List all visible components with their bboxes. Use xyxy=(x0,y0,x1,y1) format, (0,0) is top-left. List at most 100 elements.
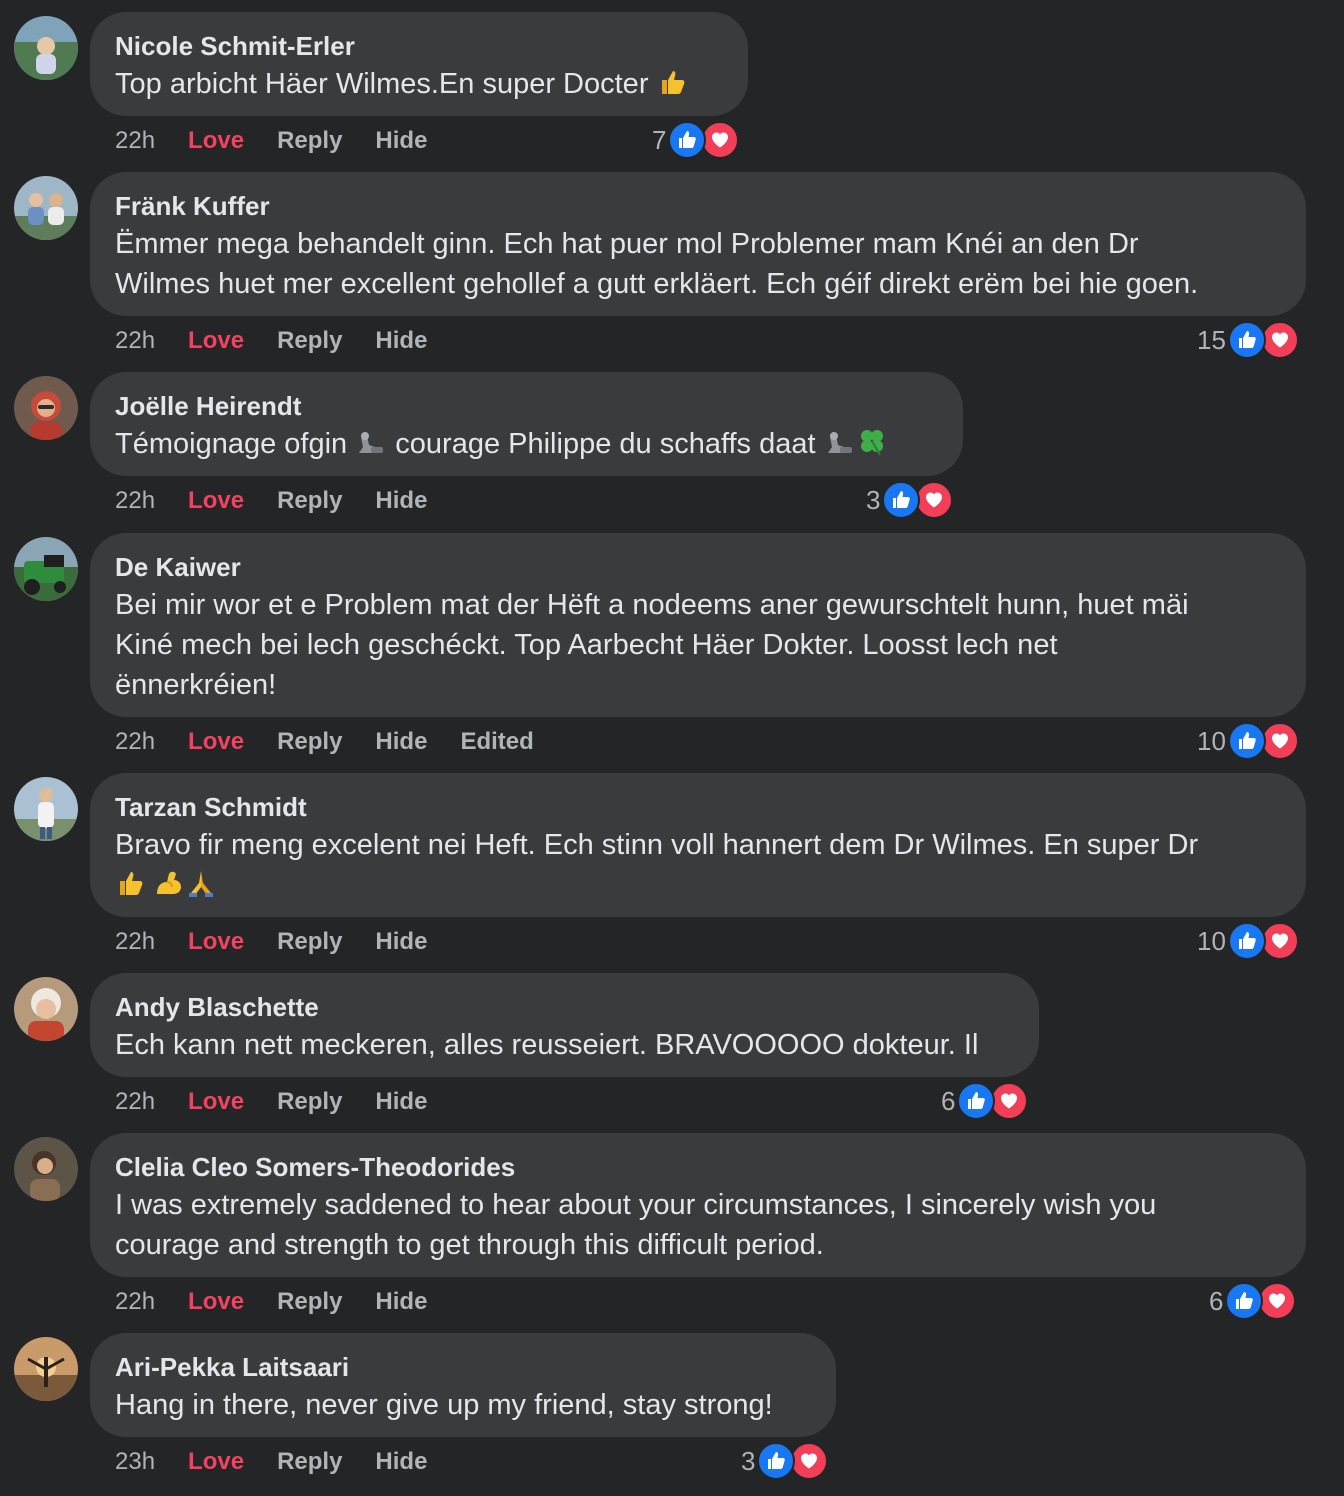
comment-text: Ech kann nett meckeren, alles reusseiert… xyxy=(115,1025,1013,1065)
comment-text-line: Wilmes huet mer excellent gehollef a gut… xyxy=(115,268,1199,300)
edited-label[interactable]: Edited xyxy=(460,728,533,756)
reaction-summary[interactable]: 6 xyxy=(1209,1281,1297,1321)
comment-bubble: Clelia Cleo Somers-Theodorides I was ext… xyxy=(90,1133,1306,1277)
comment-author[interactable]: Nicole Schmit-Erler xyxy=(115,30,722,62)
comment-text-line: Bei mir wor et e Problem mat der Hëft a … xyxy=(115,589,1189,621)
comment-bubble: Joëlle Heirendt Témoignage ofgin courage… xyxy=(90,372,963,476)
avatar[interactable] xyxy=(14,376,78,440)
reply-button[interactable]: Reply xyxy=(277,1088,342,1116)
comment-bubble: Andy Blaschette Ech kann nett meckeren, … xyxy=(90,973,1039,1077)
comment-actions: 22h Love Reply Hide xyxy=(115,922,460,962)
reaction-summary[interactable]: 15 xyxy=(1197,320,1299,360)
comment-text-line: Ëmmer mega behandelt ginn. Ech hat puer … xyxy=(115,228,1139,260)
comment-timestamp[interactable]: 22h xyxy=(115,327,155,355)
avatar[interactable] xyxy=(14,777,78,841)
reaction-summary[interactable]: 10 xyxy=(1197,721,1299,761)
comment-timestamp[interactable]: 23h xyxy=(115,1448,155,1476)
reply-button[interactable]: Reply xyxy=(277,928,342,956)
avatar[interactable] xyxy=(14,176,78,240)
comment-bubble: Tarzan Schmidt Bravo fir meng excelent n… xyxy=(90,773,1306,917)
avatar[interactable] xyxy=(14,977,78,1041)
comment-text: Témoignage ofgin courage Philippe du sch… xyxy=(115,424,937,468)
avatar[interactable] xyxy=(14,16,78,80)
comment-timestamp[interactable]: 22h xyxy=(115,1288,155,1316)
comment-text-segment: Témoignage ofgin xyxy=(115,428,348,460)
comment-author[interactable]: Joëlle Heirendt xyxy=(115,390,937,422)
reply-button[interactable]: Reply xyxy=(277,728,342,756)
comment-timestamp[interactable]: 22h xyxy=(115,127,155,155)
heart-reaction-icon xyxy=(1260,922,1299,960)
reaction-count: 10 xyxy=(1197,725,1226,756)
avatar[interactable] xyxy=(14,537,78,601)
reply-button[interactable]: Reply xyxy=(277,327,342,355)
reply-button[interactable]: Reply xyxy=(277,487,342,515)
reaction-count: 6 xyxy=(941,1085,956,1116)
avatar[interactable] xyxy=(14,1337,78,1401)
comment-bubble: Nicole Schmit-Erler Top arbicht Häer Wil… xyxy=(90,12,748,116)
like-reaction-icon xyxy=(668,121,707,159)
comment-text: Top arbicht Häer Wilmes.En super Docter xyxy=(115,64,722,108)
reaction-count: 3 xyxy=(741,1445,756,1476)
comment-actions: 22h Love Reply Hide xyxy=(115,1282,460,1322)
hide-button[interactable]: Hide xyxy=(375,127,427,155)
love-button[interactable]: Love xyxy=(188,1448,244,1476)
hide-button[interactable]: Hide xyxy=(375,1448,427,1476)
love-button[interactable]: Love xyxy=(188,1088,244,1116)
comment-timestamp[interactable]: 22h xyxy=(115,487,155,515)
love-button[interactable]: Love xyxy=(188,127,244,155)
reaction-count: 15 xyxy=(1197,324,1226,355)
comment-timestamp[interactable]: 22h xyxy=(115,728,155,756)
comment-actions: 22h Love Reply Hide xyxy=(115,1082,460,1122)
heart-reaction-icon xyxy=(1258,1282,1297,1320)
reply-button[interactable]: Reply xyxy=(277,1288,342,1316)
comment-author[interactable]: Andy Blaschette xyxy=(115,991,1013,1023)
comment-timestamp[interactable]: 22h xyxy=(115,1088,155,1116)
heart-reaction-icon xyxy=(990,1082,1029,1120)
thumbs-up-emoji-icon xyxy=(115,868,145,909)
comment-text-line: Top arbicht Häer Wilmes.En super Docter xyxy=(115,68,649,100)
four-leaf-clover-emoji-icon xyxy=(856,425,888,468)
hide-button[interactable]: Hide xyxy=(375,728,427,756)
reply-button[interactable]: Reply xyxy=(277,1448,342,1476)
reaction-count: 3 xyxy=(866,484,881,515)
comment-text: Ëmmer mega behandelt ginn. Ech hat puer … xyxy=(115,224,1280,304)
love-button[interactable]: Love xyxy=(188,1288,244,1316)
comment-bubble: Fränk Kuffer Ëmmer mega behandelt ginn. … xyxy=(90,172,1306,316)
like-reaction-icon xyxy=(957,1082,996,1120)
hide-button[interactable]: Hide xyxy=(375,1288,427,1316)
comment-actions: 22h Love Reply Hide xyxy=(115,321,460,361)
comment-author[interactable]: De Kaiwer xyxy=(115,551,1280,583)
like-reaction-icon xyxy=(1227,321,1266,359)
love-button[interactable]: Love xyxy=(188,928,244,956)
comment-author[interactable]: Fränk Kuffer xyxy=(115,190,1280,222)
like-reaction-icon xyxy=(1227,722,1266,760)
heart-reaction-icon xyxy=(790,1442,829,1480)
comment-emoji-line xyxy=(115,865,1280,909)
reply-button[interactable]: Reply xyxy=(277,127,342,155)
comment-author[interactable]: Tarzan Schmidt xyxy=(115,791,1280,823)
comment-text-line: I was extremely saddened to hear about y… xyxy=(115,1189,1157,1221)
love-button[interactable]: Love xyxy=(188,487,244,515)
reaction-summary[interactable]: 10 xyxy=(1197,921,1299,961)
hide-button[interactable]: Hide xyxy=(375,327,427,355)
comment-text-line: Bravo fir meng excelent nei Heft. Ech st… xyxy=(115,829,1199,861)
comment-author[interactable]: Clelia Cleo Somers-Theodorides xyxy=(115,1151,1280,1183)
reaction-summary[interactable]: 6 xyxy=(941,1081,1029,1121)
comment-author[interactable]: Ari-Pekka Laitsaari xyxy=(115,1351,810,1383)
comment-text: Hang in there, never give up my friend, … xyxy=(115,1385,810,1425)
comment-actions: 23h Love Reply Hide xyxy=(115,1442,460,1482)
comment-timestamp[interactable]: 22h xyxy=(115,928,155,956)
hide-button[interactable]: Hide xyxy=(375,1088,427,1116)
avatar[interactable] xyxy=(14,1137,78,1201)
reaction-summary[interactable]: 7 xyxy=(652,120,740,160)
reaction-count: 10 xyxy=(1197,925,1226,956)
mechanical-arm-emoji-icon xyxy=(824,427,856,468)
love-button[interactable]: Love xyxy=(188,327,244,355)
reaction-summary[interactable]: 3 xyxy=(866,480,954,520)
love-button[interactable]: Love xyxy=(188,728,244,756)
comment-text-line: Kiné mech bei lech geschéckt. Top Aarbec… xyxy=(115,629,1058,661)
reaction-summary[interactable]: 3 xyxy=(741,1441,829,1481)
hide-button[interactable]: Hide xyxy=(375,487,427,515)
hide-button[interactable]: Hide xyxy=(375,928,427,956)
comment-text-segment: courage Philippe du schaffs daat xyxy=(395,428,816,460)
